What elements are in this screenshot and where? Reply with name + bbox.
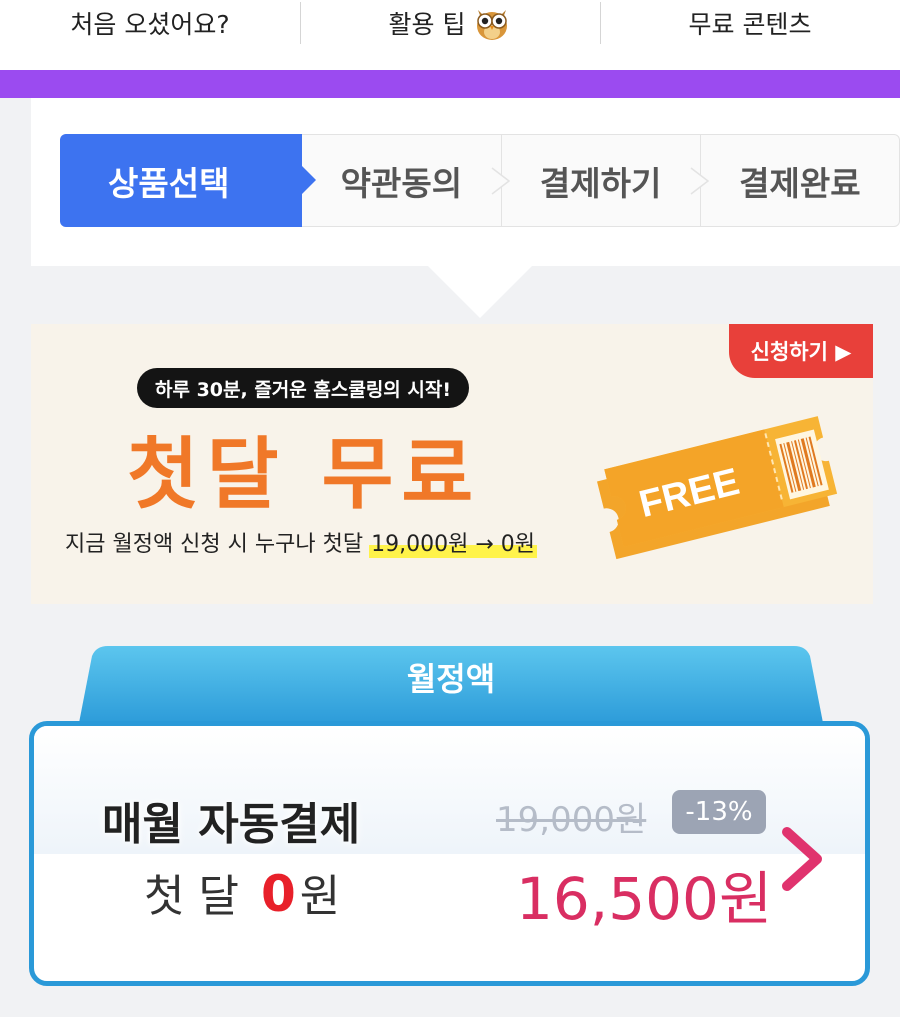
promo-banner[interactable]: 신청하기 ▶ 하루 30분, 즐거운 홈스쿨링의 시작! 첫달 무료 지금 월정… xyxy=(31,324,873,604)
step-payment[interactable]: 결제하기 xyxy=(501,134,710,227)
nav-tips[interactable]: 활용 팁 xyxy=(300,0,600,46)
step-label: 약관동의 xyxy=(340,163,463,203)
owl-icon xyxy=(473,4,511,42)
banner-headline: 첫달 무료 xyxy=(127,430,482,520)
step-complete[interactable]: 결제완료 xyxy=(700,134,900,227)
nav-tips-label: 활용 팁 xyxy=(388,10,466,39)
first-month-amount: 0 xyxy=(260,865,296,923)
original-price: 19,000원 xyxy=(496,800,647,840)
first-month-prefix: 첫 달 xyxy=(144,871,239,922)
banner-subline-prefix: 지금 월정액 신청 시 누구나 첫달 xyxy=(65,532,364,557)
banner-tagline: 하루 30분, 즐거운 홈스쿨링의 시작! xyxy=(137,368,470,408)
nav-free-content[interactable]: 무료 콘텐츠 xyxy=(600,0,900,46)
plan-tab-label: 월정액 xyxy=(406,660,496,698)
chevron-right-icon[interactable] xyxy=(779,826,827,892)
step-label: 결제완료 xyxy=(739,163,861,203)
apply-button[interactable]: 신청하기 ▶ xyxy=(729,324,873,378)
banner-subline-highlight: 19,000원 → 0원 xyxy=(369,526,537,558)
step-select-product[interactable]: 상품선택 xyxy=(60,134,317,227)
monthly-plan-card[interactable]: 매월 자동결제 첫 달 0 원 19,000원 -13% 16,500원 xyxy=(29,721,870,986)
free-ticket-icon: FREE xyxy=(597,416,838,560)
nav-first-visit-label: 처음 오셨어요? xyxy=(70,10,230,39)
top-nav: 처음 오셨어요? 활용 팁 무료 콘텐츠 xyxy=(0,0,900,70)
banner-subline: 지금 월정액 신청 시 누구나 첫달 19,000원 → 0원 xyxy=(65,526,537,558)
nav-first-visit[interactable]: 처음 오셨어요? xyxy=(0,0,300,46)
chevron-right-icon xyxy=(690,167,710,195)
nav-free-content-label: 무료 콘텐츠 xyxy=(688,10,812,39)
discount-badge: -13% xyxy=(672,790,766,834)
step-pointer xyxy=(428,266,532,318)
step-agree-terms[interactable]: 약관동의 xyxy=(302,134,510,227)
step-label: 결제하기 xyxy=(539,163,662,203)
step-label: 상품선택 xyxy=(108,163,230,203)
plan-name: 매월 자동결제 xyxy=(102,799,361,850)
accent-bar xyxy=(0,70,900,98)
sale-price: 16,500원 xyxy=(516,865,773,933)
first-month-unit: 원 xyxy=(299,871,341,922)
checkout-steps: 상품선택 약관동의 결제하기 결제완료 xyxy=(60,134,900,227)
first-month-offer: 첫 달 0 원 xyxy=(144,860,340,924)
chevron-right-icon xyxy=(491,167,510,195)
